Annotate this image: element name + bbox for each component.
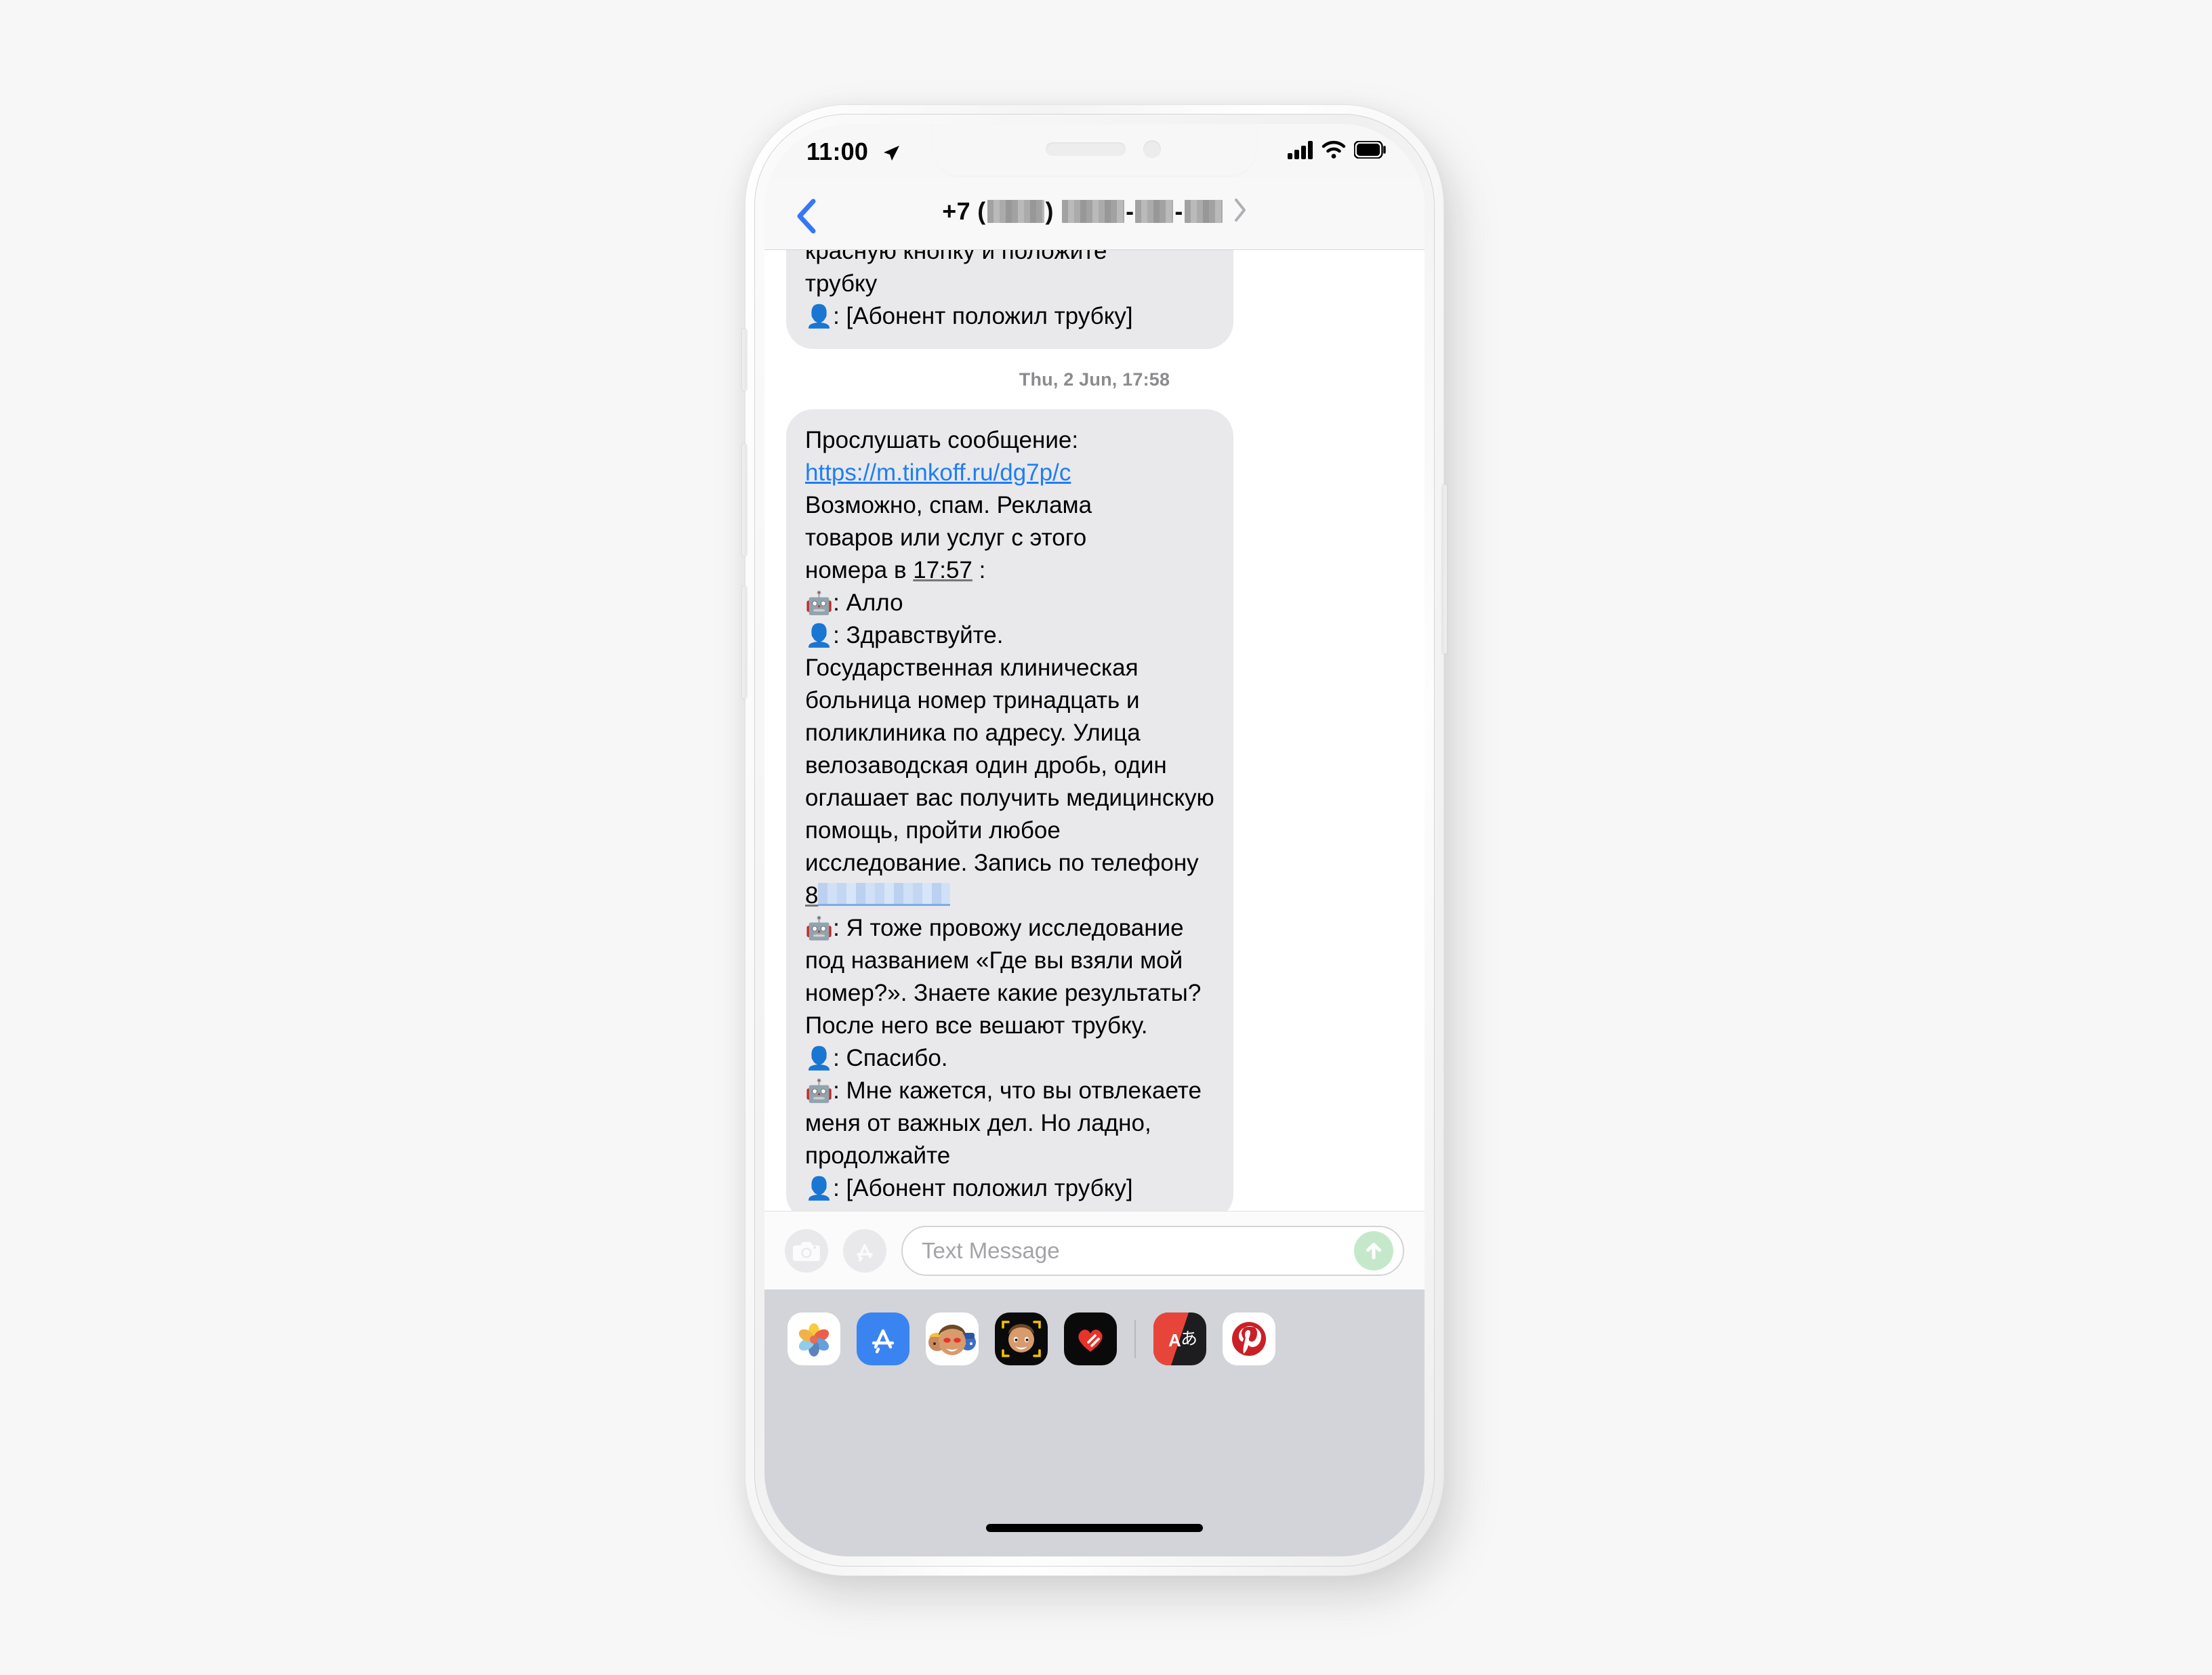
message-text-input[interactable]: Text Message xyxy=(901,1225,1404,1276)
phone-screen: красную кнопку и положите трубку 👤: [Або… xyxy=(764,124,1425,1556)
device-notch xyxy=(932,124,1257,177)
memoji-stickers-app-icon[interactable] xyxy=(926,1312,979,1365)
spam-notice-line3: номера в xyxy=(805,557,914,583)
bubble-prev-line1: красную кнопку и положите xyxy=(805,250,1107,264)
wifi-icon xyxy=(1322,140,1346,163)
transcript-line-1: : Алло xyxy=(833,590,903,616)
redacted-number-part3 xyxy=(1184,200,1223,223)
volume-down-button[interactable] xyxy=(742,586,747,699)
mute-switch[interactable] xyxy=(742,329,747,391)
phone-sep-1: - xyxy=(1126,197,1134,225)
detected-phone-prefix[interactable]: 8 xyxy=(805,882,818,909)
bubble-prev-line2: трубку xyxy=(805,270,878,297)
photos-app-icon[interactable] xyxy=(787,1312,840,1365)
iphone-device-frame: красную кнопку и положите трубку 👤: [Або… xyxy=(742,105,1447,1575)
message-bubble-previous[interactable]: красную кнопку и положите трубку 👤: [Або… xyxy=(779,250,1233,349)
message-input-bar: Text Message xyxy=(764,1211,1425,1289)
cellular-signal-icon xyxy=(1288,140,1313,163)
redacted-area-code xyxy=(987,200,1044,223)
spam-notice-line1: Возможно, спам. Реклама xyxy=(805,492,1092,518)
volume-up-button[interactable] xyxy=(742,444,747,556)
message-list[interactable]: красную кнопку и положите трубку 👤: [Або… xyxy=(764,250,1425,1211)
earpiece-speaker xyxy=(1046,142,1126,156)
redacted-phone-number[interactable] xyxy=(818,883,951,906)
bubble-prev-line3: : [Абонент положил трубку] xyxy=(833,303,1133,329)
voicemail-link[interactable]: https://m.tinkoff.ru/dg7p/c xyxy=(805,459,1071,486)
person-emoji: 👤 xyxy=(805,1176,834,1201)
phone-country-prefix: +7 ( xyxy=(942,197,986,225)
battery-full-icon xyxy=(1353,140,1387,162)
redacted-number-part2 xyxy=(1135,200,1174,223)
listen-message-label: Прослушать сообщение: xyxy=(805,427,1079,453)
transcript-line-3: Государственная клиническая больница ном… xyxy=(805,655,1221,876)
translate-app-icon[interactable]: A あ xyxy=(1153,1312,1206,1365)
conversation-timestamp: Thu, 2 Jun, 17:58 xyxy=(1019,369,1170,390)
transcript-line-6: : Мне кажется, что вы отвлекаете меня от… xyxy=(805,1077,1208,1169)
contact-detail-chevron-icon[interactable] xyxy=(1233,198,1247,226)
navigation-header: +7 () - - xyxy=(764,178,1425,250)
robot-emoji: 🤖 xyxy=(805,915,834,940)
app-store-app-icon[interactable] xyxy=(857,1312,909,1365)
status-clock: 11:00 xyxy=(806,138,869,165)
app-drawer-divider xyxy=(1134,1320,1136,1358)
svg-text:あ: あ xyxy=(1181,1329,1197,1348)
app-store-icon[interactable] xyxy=(843,1228,886,1273)
screenshot-canvas: красную кнопку и положите трубку 👤: [Або… xyxy=(0,0,2212,1675)
front-camera xyxy=(1143,140,1161,158)
phone-sep-2: - xyxy=(1174,197,1183,225)
transcript-line-4: : Я тоже провожу исследование под назван… xyxy=(805,915,1208,1039)
redacted-number-part1 xyxy=(1062,200,1125,223)
svg-text:A: A xyxy=(1168,1330,1181,1350)
send-button[interactable] xyxy=(1354,1231,1393,1270)
robot-emoji: 🤖 xyxy=(805,590,834,615)
app-icon-row: A あ xyxy=(764,1312,1425,1365)
power-button[interactable] xyxy=(1442,484,1447,654)
imessage-app-drawer: A あ xyxy=(764,1289,1425,1556)
transcript-line-2: : Здравствуйте. xyxy=(833,622,1004,648)
transcript-line-7: : [Абонент положил трубку] xyxy=(833,1175,1133,1201)
message-bubble-main[interactable]: Прослушать сообщение: https://m.tinkoff.… xyxy=(779,409,1233,1211)
memoji-app-icon[interactable] xyxy=(995,1312,1048,1365)
contact-phone-number[interactable]: +7 () - - xyxy=(942,197,1223,226)
phone-paren-close: ) xyxy=(1045,197,1054,225)
person-emoji: 👤 xyxy=(805,1046,834,1071)
person-emoji: 👤 xyxy=(805,623,834,648)
message-input-placeholder: Text Message xyxy=(922,1237,1060,1263)
home-indicator[interactable] xyxy=(986,1524,1203,1532)
location-arrow-icon xyxy=(881,143,901,167)
header-title-block[interactable]: +7 () - - xyxy=(764,197,1425,226)
camera-icon[interactable] xyxy=(785,1228,828,1273)
pinterest-app-icon[interactable] xyxy=(1223,1312,1275,1365)
transcript-line-5: : Спасибо. xyxy=(833,1045,948,1071)
status-indicators xyxy=(1288,140,1387,163)
robot-emoji: 🤖 xyxy=(805,1078,834,1103)
spam-notice-colon: : xyxy=(972,557,986,583)
detected-time[interactable]: 17:57 xyxy=(913,557,972,583)
spam-notice-line2: товаров или услуг с этого xyxy=(805,524,1087,551)
person-emoji: 👤 xyxy=(805,304,834,329)
digital-touch-app-icon[interactable] xyxy=(1064,1312,1117,1365)
